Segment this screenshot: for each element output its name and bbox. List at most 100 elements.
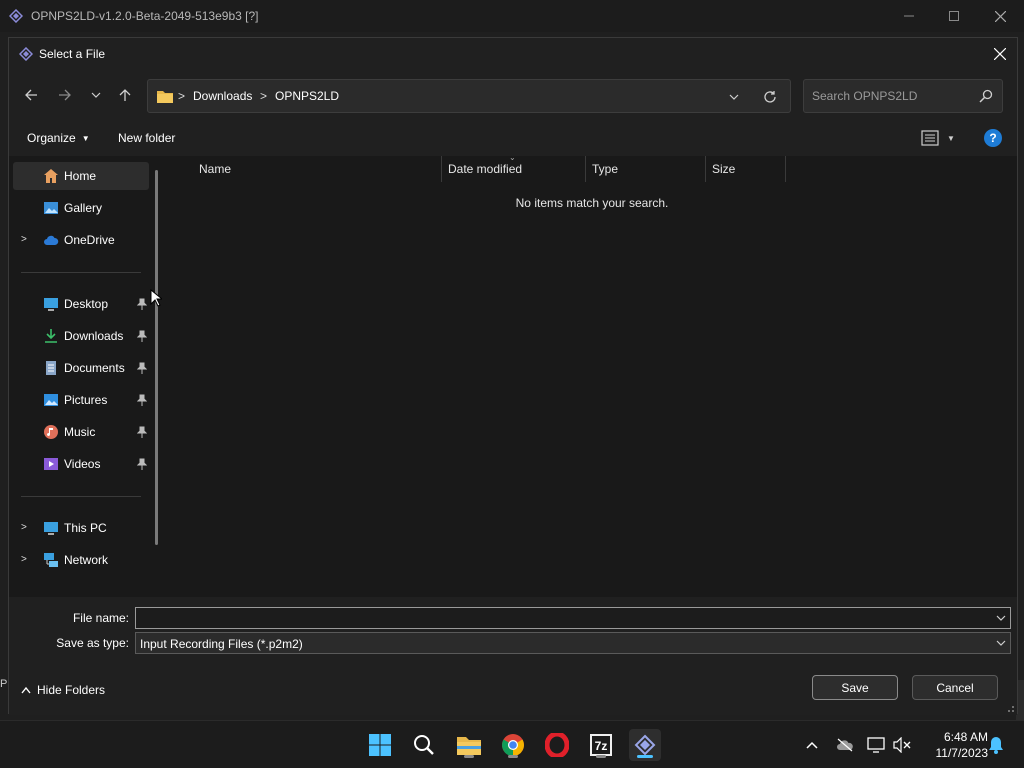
nav-item-documents[interactable]: Documents bbox=[13, 354, 149, 382]
running-indicator bbox=[464, 755, 474, 758]
save-as-type-select[interactable]: Input Recording Files (*.p2m2) bbox=[135, 632, 1011, 654]
column-header-type[interactable]: Type bbox=[586, 156, 706, 182]
running-indicator bbox=[596, 755, 606, 758]
file-name-combobox[interactable] bbox=[135, 607, 1011, 629]
nav-item-videos[interactable]: Videos bbox=[13, 450, 149, 478]
nav-item-gallery[interactable]: Gallery bbox=[13, 194, 149, 222]
nav-label: OneDrive bbox=[64, 233, 115, 247]
forward-button[interactable] bbox=[54, 84, 76, 106]
dialog-close-button[interactable] bbox=[987, 41, 1013, 67]
search-icon[interactable] bbox=[978, 88, 994, 104]
organize-button[interactable]: Organize ▼ bbox=[27, 131, 90, 145]
sort-indicator-icon: ⌄ bbox=[509, 153, 516, 162]
up-button[interactable] bbox=[114, 84, 136, 106]
taskbar-opera[interactable] bbox=[541, 729, 573, 761]
nav-item-downloads[interactable]: Downloads bbox=[13, 322, 149, 350]
column-header-name[interactable]: Name bbox=[193, 156, 442, 182]
chevron-down-icon bbox=[729, 94, 739, 100]
refresh-icon bbox=[764, 91, 776, 103]
nav-label: Documents bbox=[64, 361, 125, 375]
search-box[interactable] bbox=[803, 79, 1003, 113]
search-input[interactable] bbox=[812, 87, 972, 105]
pin-icon bbox=[137, 394, 147, 406]
cancel-button[interactable]: Cancel bbox=[912, 675, 998, 700]
recent-locations-button[interactable] bbox=[85, 84, 107, 106]
volume-tray-button[interactable] bbox=[892, 735, 912, 755]
save-as-type-value: Input Recording Files (*.p2m2) bbox=[140, 637, 303, 651]
app-title: OPNPS2LD-v1.2.0-Beta-2049-513e9b3 [?] bbox=[31, 9, 259, 23]
chevron-right-icon[interactable]: > bbox=[21, 554, 31, 566]
taskbar-search-button[interactable] bbox=[408, 729, 440, 761]
onedrive-tray-button[interactable] bbox=[835, 735, 855, 755]
chevron-down-icon[interactable] bbox=[996, 613, 1006, 623]
taskbar-opnps2ld[interactable] bbox=[629, 729, 661, 761]
nav-divider bbox=[21, 496, 141, 497]
app-titlebar: OPNPS2LD-v1.2.0-Beta-2049-513e9b3 [?] bbox=[0, 0, 1024, 32]
chevron-down-icon bbox=[91, 92, 101, 98]
app-logo-icon bbox=[9, 9, 23, 23]
nav-item-home[interactable]: Home bbox=[13, 162, 149, 190]
save-button[interactable]: Save bbox=[812, 675, 898, 700]
refresh-button[interactable] bbox=[760, 87, 780, 107]
change-view-button[interactable]: ▼ bbox=[921, 129, 961, 147]
network-icon bbox=[44, 553, 58, 567]
nav-item-this-pc[interactable]: > This PC bbox=[13, 514, 149, 542]
app-close-button[interactable] bbox=[977, 0, 1023, 32]
file-name-input[interactable] bbox=[140, 610, 980, 626]
taskbar-chrome[interactable] bbox=[497, 729, 529, 761]
show-hidden-icons-button[interactable] bbox=[802, 735, 822, 755]
back-button[interactable] bbox=[20, 84, 42, 106]
pictures-icon bbox=[44, 394, 58, 406]
breadcrumb-opnps2ld[interactable]: OPNPS2LD bbox=[275, 89, 339, 103]
start-button[interactable] bbox=[364, 729, 396, 761]
nav-label: Downloads bbox=[64, 329, 124, 343]
chevron-up-icon bbox=[806, 741, 818, 749]
column-header-size[interactable]: Size bbox=[706, 156, 786, 182]
details-view-icon bbox=[921, 130, 939, 146]
hide-folders-button[interactable]: Hide Folders bbox=[21, 683, 105, 699]
minimize-button[interactable] bbox=[886, 0, 932, 32]
arrow-right-icon bbox=[59, 89, 71, 101]
music-icon bbox=[44, 425, 58, 439]
chevron-up-icon bbox=[21, 686, 31, 694]
taskbar-file-explorer[interactable] bbox=[453, 729, 485, 761]
start-icon bbox=[369, 734, 391, 756]
document-icon bbox=[46, 361, 56, 375]
nav-item-onedrive[interactable]: > OneDrive bbox=[13, 226, 149, 254]
maximize-button[interactable] bbox=[931, 0, 977, 32]
notifications-button[interactable] bbox=[986, 735, 1006, 755]
resize-grip-icon[interactable] bbox=[1005, 703, 1015, 713]
network-tray-button[interactable] bbox=[866, 735, 886, 755]
chevron-right-icon[interactable]: > bbox=[21, 522, 31, 534]
chrome-icon bbox=[502, 734, 524, 756]
new-folder-button[interactable]: New folder bbox=[118, 131, 175, 145]
chevron-down-icon[interactable] bbox=[996, 638, 1006, 648]
arrow-left-icon bbox=[25, 89, 37, 101]
dialog-title: Select a File bbox=[39, 47, 106, 61]
opera-icon bbox=[545, 733, 569, 757]
close-icon bbox=[994, 48, 1006, 60]
nav-item-desktop[interactable]: Desktop bbox=[13, 290, 149, 318]
address-bar[interactable]: > Downloads > OPNPS2LD bbox=[147, 79, 791, 113]
nav-pane-scrollbar[interactable] bbox=[155, 170, 158, 545]
clock-date: 11/7/2023 bbox=[935, 746, 989, 760]
breadcrumb-downloads[interactable]: Downloads bbox=[193, 89, 252, 103]
nav-item-pictures[interactable]: Pictures bbox=[13, 386, 149, 414]
taskbar-clock[interactable]: 6:48 AM 11/7/2023 bbox=[918, 729, 989, 761]
nav-item-music[interactable]: Music bbox=[13, 418, 149, 446]
opnps2ld-icon bbox=[634, 734, 656, 756]
chevron-right-icon[interactable]: > bbox=[21, 234, 31, 246]
nav-label: Desktop bbox=[64, 297, 109, 311]
active-indicator bbox=[637, 755, 653, 758]
taskbar-7zip[interactable]: 7z bbox=[585, 729, 617, 761]
nav-label: Videos bbox=[64, 457, 101, 471]
pin-icon bbox=[137, 426, 147, 438]
nav-label: Network bbox=[64, 553, 109, 567]
nav-item-network[interactable]: > Network bbox=[13, 546, 149, 574]
nav-label: Home bbox=[64, 169, 97, 183]
nav-divider bbox=[21, 272, 141, 273]
help-button[interactable]: ? bbox=[984, 129, 1002, 147]
pin-icon bbox=[137, 362, 147, 374]
address-dropdown-button[interactable] bbox=[726, 89, 742, 105]
nav-label: This PC bbox=[64, 521, 107, 535]
